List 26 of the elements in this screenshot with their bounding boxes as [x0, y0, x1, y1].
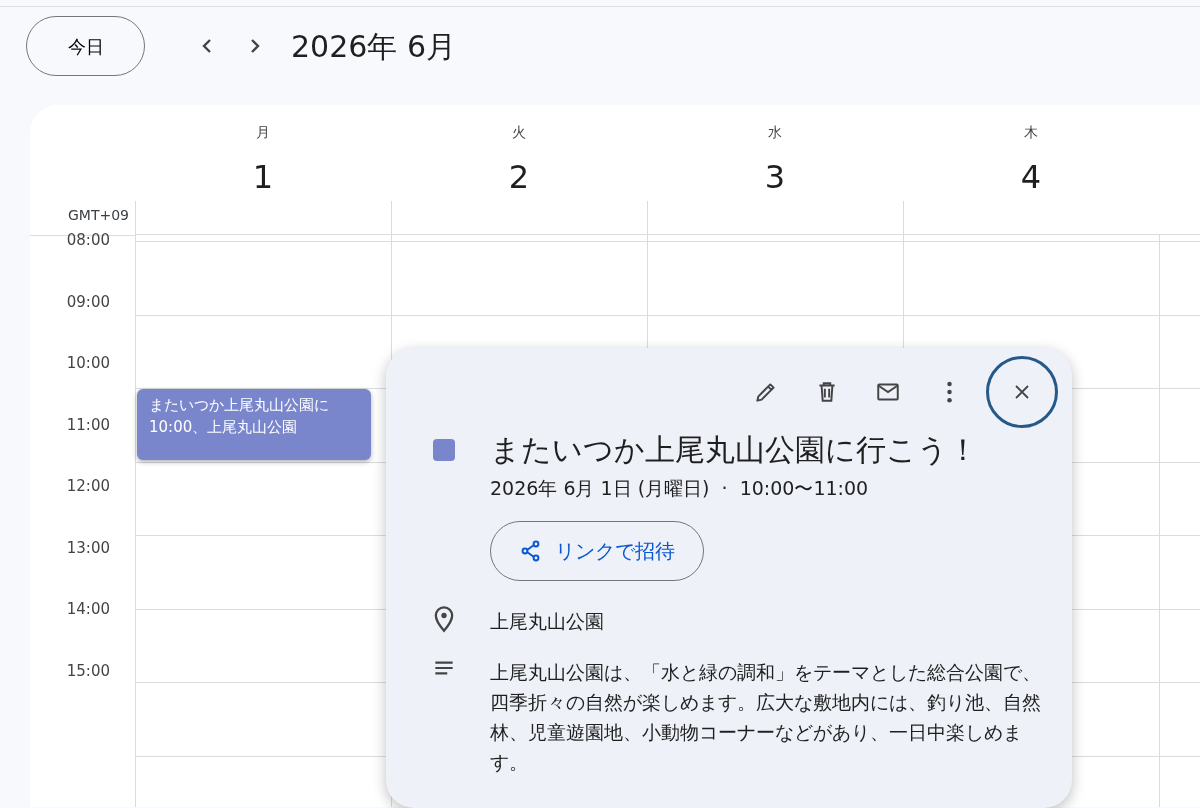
weekday-label: 火	[511, 123, 527, 142]
weekday-label: 木	[1023, 123, 1039, 142]
time-label: 12:00	[65, 476, 111, 496]
weekday-label: 水	[767, 123, 783, 142]
day-number[interactable]: 4	[903, 161, 1159, 193]
event-description: 上尾丸山公園は、「水と緑の調和」をテーマとした総合公園で、四季折々の自然が楽しめます。広大な敷地内には、釣り池、自然林、児童遊園地、小動物コーナーなどがあり、一日中楽しめます。	[490, 660, 1042, 775]
time-label: 10:00	[65, 353, 111, 373]
month-title: 2026年 6月	[291, 27, 456, 66]
time-label: 13:00	[65, 537, 111, 558]
event-date-time: 2026年 6月 1日 (月曜日) · 10:00〜11:00	[490, 476, 870, 501]
time-label: 14:00	[65, 599, 111, 619]
event-title: またいつか上尾丸山公園に	[149, 395, 330, 416]
timezone-label: GMT+09	[67, 206, 129, 225]
day-number[interactable]: 3	[647, 161, 903, 193]
day-number[interactable]: 2	[391, 161, 647, 193]
time-label: 08:00	[65, 230, 111, 250]
weekday-label: 月	[255, 123, 271, 142]
day-number[interactable]: 1	[135, 161, 391, 193]
close-button[interactable]	[986, 356, 1058, 428]
time-label: 15:00	[65, 660, 111, 681]
event-title: またいつか上尾丸山公園に行こう！	[490, 431, 979, 469]
event-time: 10:00、上尾丸山公園	[149, 417, 299, 438]
location-text: 上尾丸山公園	[490, 608, 605, 634]
time-label: 09:00	[65, 291, 111, 312]
more-icon	[946, 381, 952, 403]
time-label: 11:00	[65, 414, 111, 435]
